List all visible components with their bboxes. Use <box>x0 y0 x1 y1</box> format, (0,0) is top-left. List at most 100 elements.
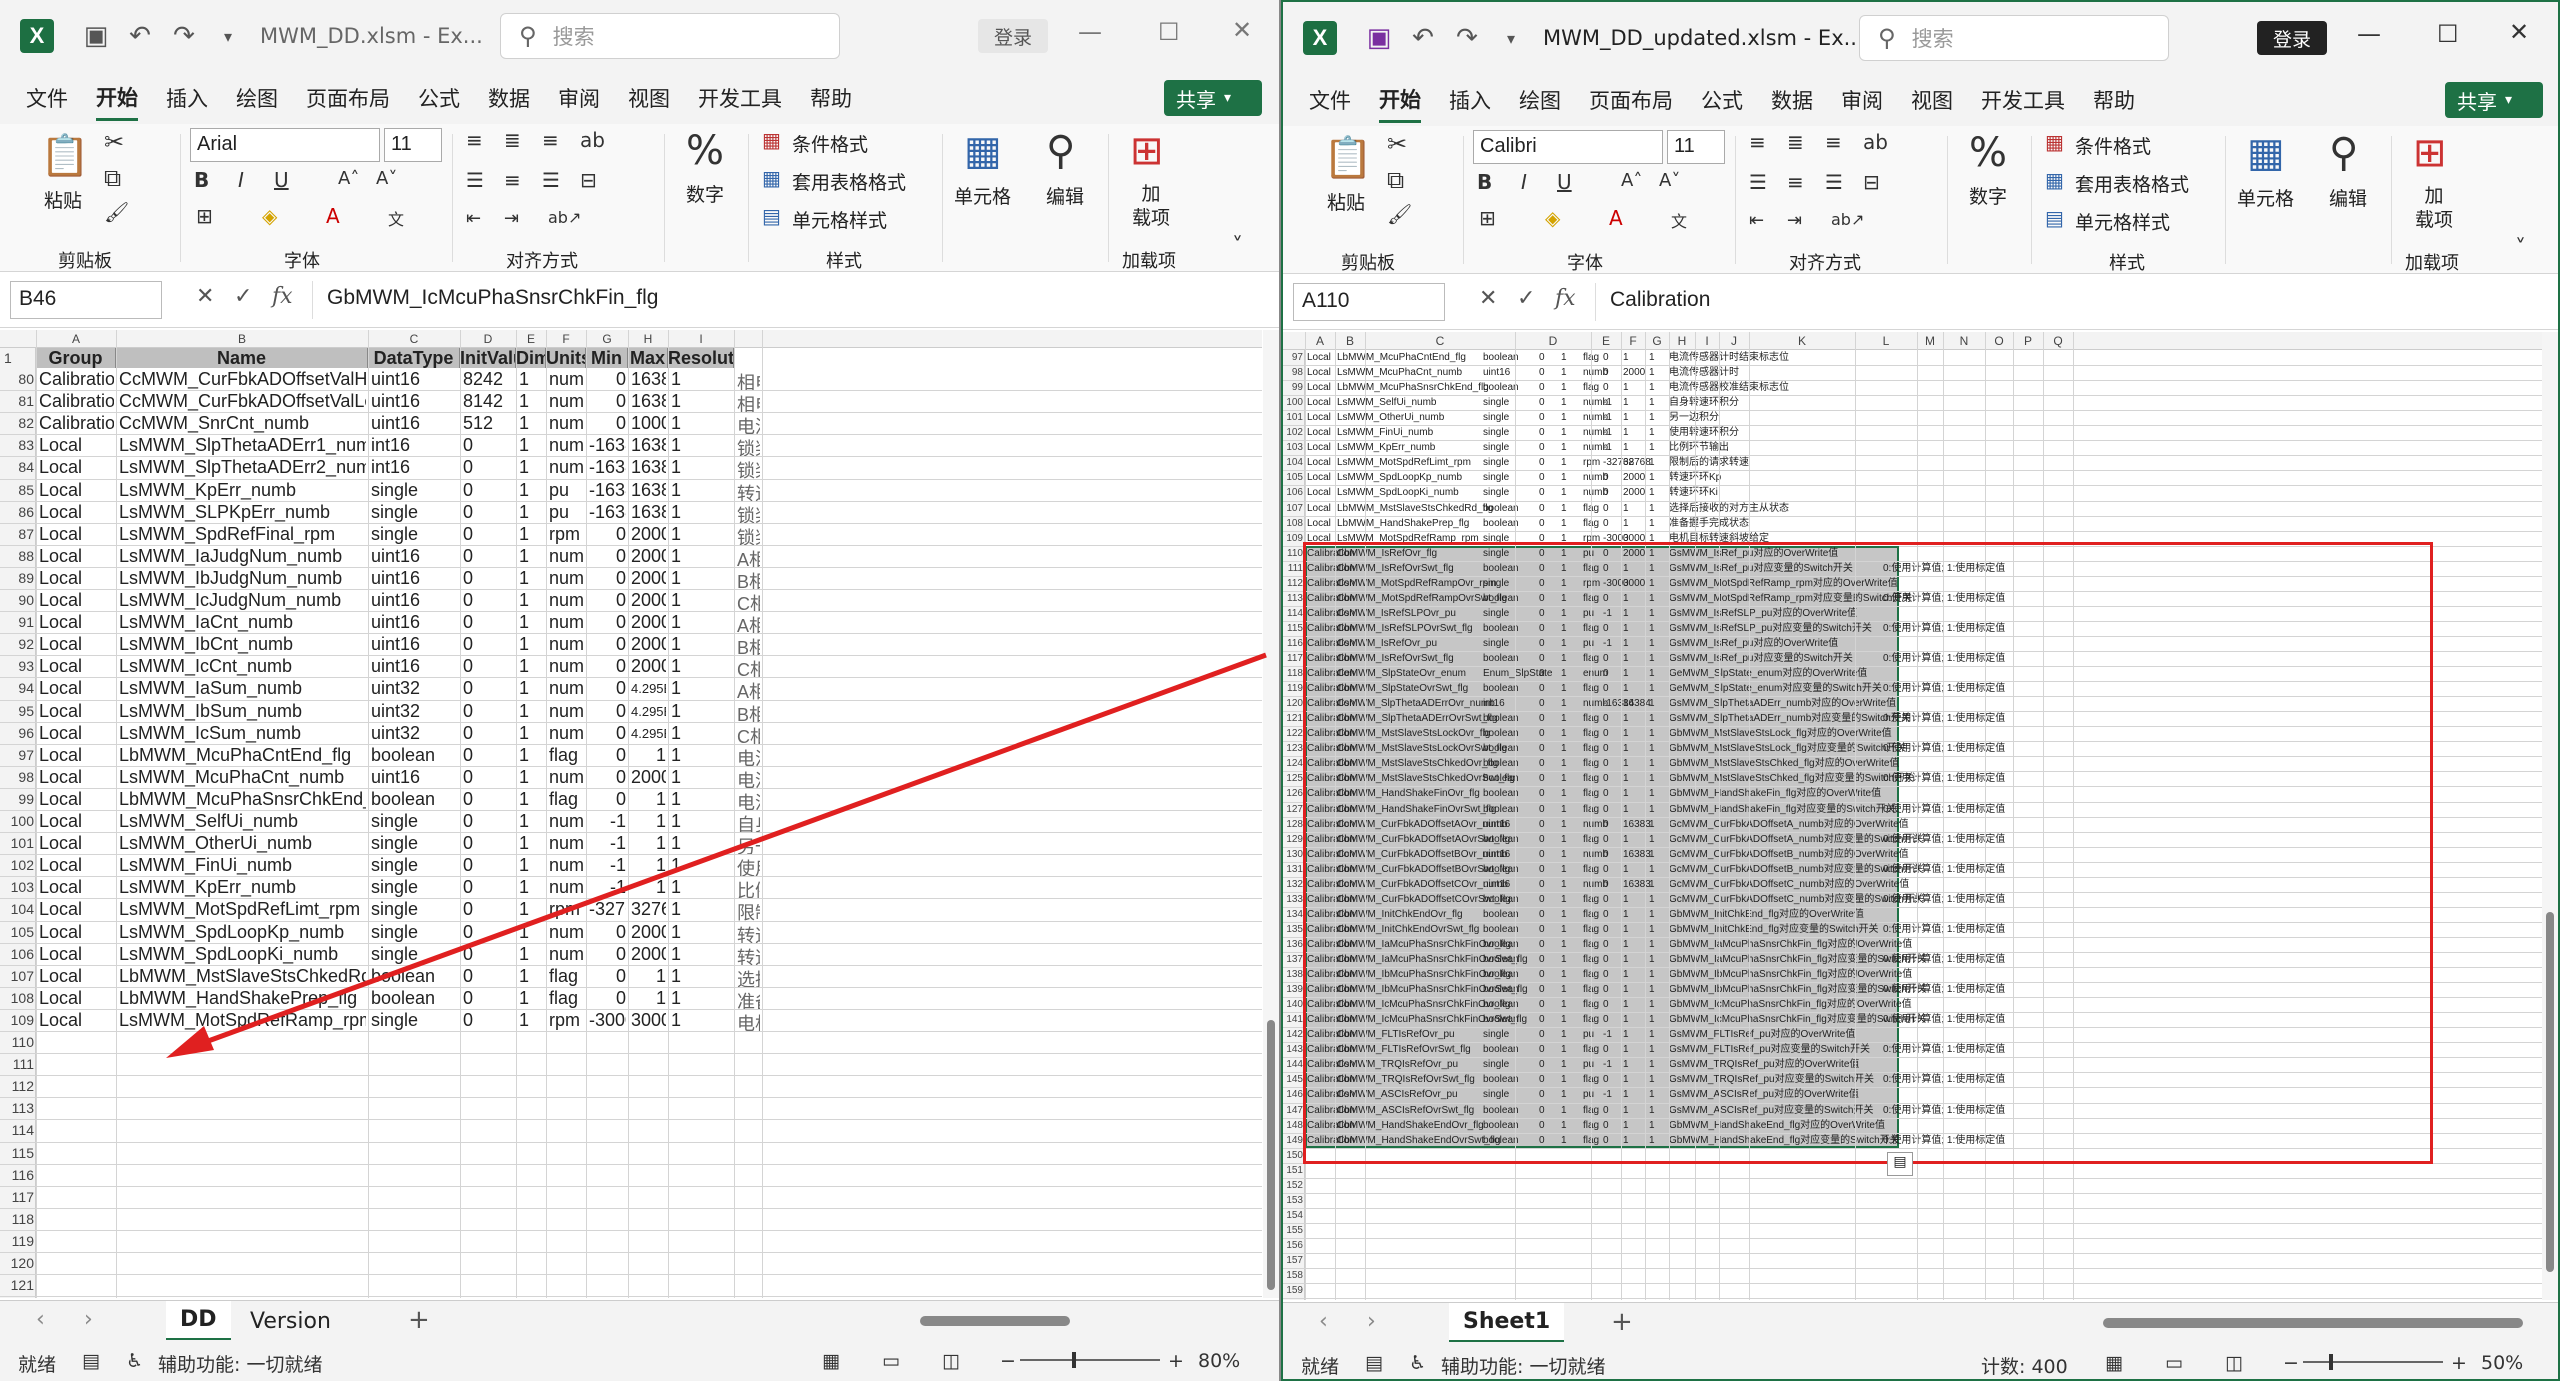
number-format-icon[interactable]: % <box>1969 130 2007 176</box>
data-cell[interactable]: 0 <box>463 612 514 634</box>
data-cell[interactable]: flag <box>549 745 584 767</box>
row-number[interactable]: 88 <box>2 548 34 564</box>
data-cell[interactable]: LsMWM_OtherUi_numb <box>1337 410 1444 425</box>
data-cell[interactable]: 1 <box>631 966 666 988</box>
data-cell[interactable]: 512 <box>463 413 514 435</box>
data-cell[interactable]: 1 <box>1623 380 1629 395</box>
data-cell[interactable]: Local <box>39 789 114 811</box>
data-cell[interactable]: uint16 <box>371 656 458 678</box>
accessibility-status[interactable]: 辅助功能: 一切就绪 <box>158 1350 322 1377</box>
row-number[interactable]: 129 <box>1283 832 1303 847</box>
cancel-icon[interactable]: ✕ <box>1479 286 1497 311</box>
column-header[interactable]: C <box>368 332 460 346</box>
align-bottom-icon[interactable]: ≡ <box>1825 130 1842 154</box>
sheet-tab-sheet1[interactable]: Sheet1 <box>1449 1303 1565 1343</box>
row-number[interactable]: 157 <box>1283 1253 1303 1268</box>
row-number[interactable]: 138 <box>1283 967 1303 982</box>
data-cell[interactable]: 0 <box>463 590 514 612</box>
row-number[interactable]: 123 <box>1283 741 1303 756</box>
data-cell[interactable]: 0 <box>589 789 626 811</box>
cell-style-icon[interactable]: ▤ <box>762 204 781 228</box>
description-cell[interactable]: 另一边 <box>737 833 760 855</box>
data-cell[interactable]: Local <box>39 877 114 899</box>
data-cell[interactable]: 电流传感器计时 <box>1669 365 1739 380</box>
row-number[interactable]: 115 <box>2 1145 34 1161</box>
row-number[interactable]: 135 <box>1283 922 1303 937</box>
description-cell[interactable]: A相电 <box>737 546 760 568</box>
data-cell[interactable]: 0 <box>1603 380 1609 395</box>
column-header[interactable]: A <box>36 332 116 346</box>
data-cell[interactable]: 1 <box>631 789 666 811</box>
data-cell[interactable]: -1 <box>589 877 626 899</box>
row-number[interactable]: 120 <box>2 1255 34 1271</box>
data-cell[interactable]: Local <box>39 590 114 612</box>
data-cell[interactable]: Local <box>39 723 114 745</box>
data-cell[interactable]: 16384 <box>631 480 666 502</box>
data-cell[interactable]: 自身转速环积分 <box>1669 395 1739 410</box>
data-cell[interactable]: 0 <box>463 546 514 568</box>
data-cell[interactable]: 1 <box>671 524 732 546</box>
data-cell[interactable]: 4.295E+09 <box>631 701 666 723</box>
data-cell[interactable]: uint32 <box>371 723 458 745</box>
data-cell[interactable]: Local <box>1307 455 1331 470</box>
row-number[interactable]: 128 <box>1283 817 1303 832</box>
align-top-icon[interactable]: ≡ <box>1749 130 1766 154</box>
format-painter-icon[interactable]: 🖌 <box>1387 202 1412 226</box>
description-cell[interactable]: B相电 <box>737 701 760 723</box>
data-cell[interactable]: 1 <box>519 656 544 678</box>
zoom-in-icon[interactable]: + <box>2451 1352 2467 1374</box>
data-cell[interactable]: 准备握手完成状态 <box>1669 516 1749 531</box>
description-cell[interactable]: A相电 <box>737 612 760 634</box>
data-cell[interactable]: 0 <box>1539 455 1545 470</box>
data-cell[interactable]: uint32 <box>371 701 458 723</box>
data-cell[interactable]: uint16 <box>371 369 458 391</box>
header-cell[interactable]: Name <box>116 348 368 368</box>
bold-icon[interactable]: B <box>1477 170 1492 194</box>
data-cell[interactable]: single <box>371 855 458 877</box>
data-cell[interactable]: 1 <box>1623 395 1629 410</box>
row-number[interactable]: 101 <box>1283 410 1303 425</box>
data-cell[interactable]: 0 <box>1539 380 1545 395</box>
data-cell[interactable]: 4.295E+09 <box>631 678 666 700</box>
data-cell[interactable]: 电流传感器计时结束标志位 <box>1669 350 1789 365</box>
redo-icon[interactable]: ↷ <box>166 18 202 54</box>
row-number[interactable]: 152 <box>1283 1178 1303 1193</box>
data-cell[interactable]: boolean <box>371 988 458 1010</box>
sheet-tab-version[interactable]: Version <box>236 1301 345 1341</box>
data-cell[interactable]: LsMWM_SlpThetaADErr2_numb <box>119 457 366 479</box>
data-cell[interactable]: LsMWM_SpdRefFinal_rpm <box>119 524 366 546</box>
menu-item-2[interactable]: 插入 <box>1449 79 1491 121</box>
paste-icon[interactable]: 📋 <box>40 132 90 179</box>
data-cell[interactable]: 2000 <box>631 944 666 966</box>
data-cell[interactable]: 0 <box>589 922 626 944</box>
data-cell[interactable]: LsMWM_MotSpdRefRamp_rpm <box>119 1010 366 1032</box>
row-number[interactable]: 136 <box>1283 937 1303 952</box>
data-cell[interactable]: Local <box>39 811 114 833</box>
description-cell[interactable]: C相电 <box>737 656 760 678</box>
data-cell[interactable]: LsMWM_IaJudgNum_numb <box>119 546 366 568</box>
row-number[interactable]: 81 <box>2 393 34 409</box>
maximize-icon[interactable]: ☐ <box>2437 20 2459 48</box>
data-cell[interactable]: numb <box>549 855 584 877</box>
row-number[interactable]: 90 <box>2 592 34 608</box>
data-cell[interactable]: 0 <box>1539 425 1545 440</box>
row-number[interactable]: 105 <box>1283 470 1303 485</box>
paste-label[interactable]: 粘贴 <box>1327 188 1365 215</box>
data-cell[interactable]: 1 <box>1561 350 1567 365</box>
row-number[interactable]: 119 <box>1283 681 1303 696</box>
horizontal-scrollbar[interactable] <box>920 1316 1070 1326</box>
data-cell[interactable]: -1 <box>1603 440 1612 455</box>
underline-icon[interactable]: U <box>274 168 289 192</box>
row-number[interactable]: 131 <box>1283 862 1303 877</box>
column-header[interactable]: A <box>1305 334 1335 348</box>
cell-style-icon[interactable]: ▤ <box>2045 206 2064 230</box>
edit-icon[interactable]: ⚲ <box>1046 128 1075 174</box>
accessibility-status[interactable]: 辅助功能: 一切就绪 <box>1441 1352 1605 1379</box>
menu-item-5[interactable]: 公式 <box>1701 79 1743 121</box>
row-number[interactable]: 92 <box>2 636 34 652</box>
close-icon[interactable]: ✕ <box>1232 16 1252 44</box>
name-box[interactable]: A110 <box>1293 283 1445 321</box>
macro-icon[interactable]: ▤ <box>1365 1352 1383 1374</box>
formula-input[interactable]: Calibration <box>1595 283 2535 321</box>
data-cell[interactable]: Local <box>39 966 114 988</box>
